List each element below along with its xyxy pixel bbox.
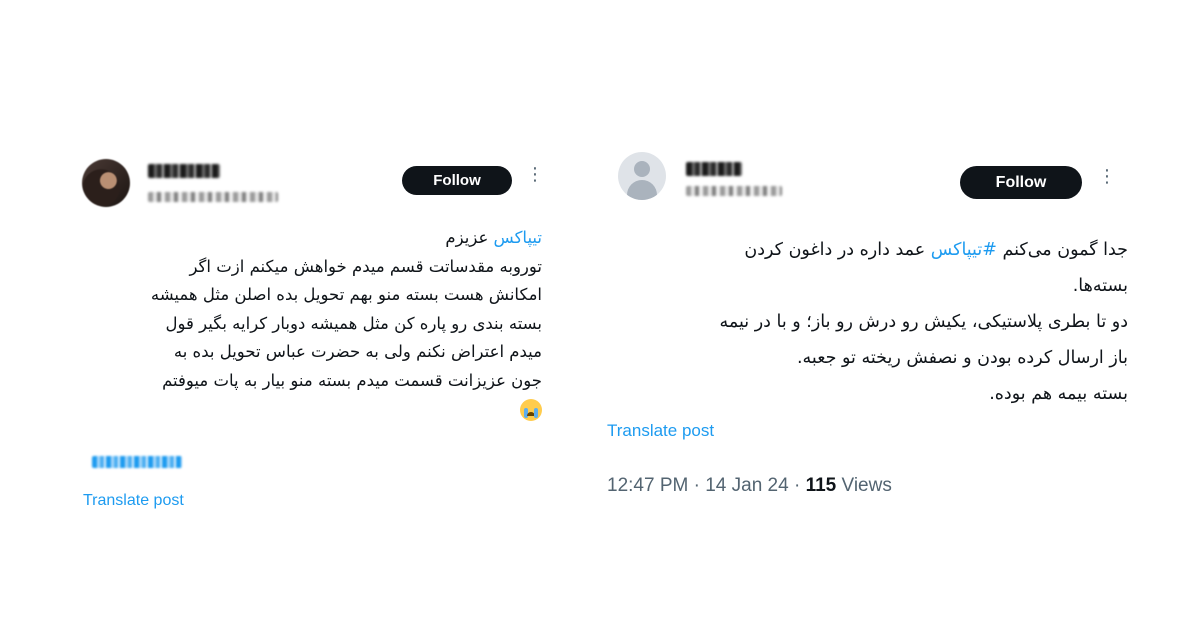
default-avatar-icon[interactable] [618,152,666,200]
tweet-line: جون عزیزانت قسمت میدم بسته منو بیار به پ… [162,370,542,390]
loudly-crying-face-icon [520,398,542,421]
tweet-line: تیپاکس عزیزم [78,224,542,253]
tweet-line [78,395,542,424]
tweet-line: باز ارسال کرده بودن و نصفش ریخته تو جعبه… [796,348,1128,368]
mention-link-blurred[interactable] [92,456,182,468]
tweet-line: بسته‌ها. [1072,276,1128,296]
tweet-text: جدا گمون می‌کنم #تیپاکس عمد داره در داغو… [606,232,1128,412]
timestamp[interactable]: 12:47 PM · 14 Jan 24 · [607,475,806,496]
tweet-card-left: Follow ⋮ تیپاکس عزیزم توروبه مقدساتت قسم… [70,148,560,528]
tweet-text: تیپاکس عزیزم توروبه مقدساتت قسم میدم خوا… [78,224,542,424]
tweet-line: بسته بیمه هم بوده. [989,384,1128,404]
display-name-blurred[interactable] [148,164,220,178]
avatar[interactable] [82,159,130,207]
tweet-line: دو تا بطری پلاستیکی، یکیش رو درش رو باز؛… [719,312,1128,332]
views-label: Views [836,475,892,496]
tweet-card-right: Follow ⋮ جدا گمون می‌کنم #تیپاکس عمد دار… [598,140,1138,510]
handle-blurred[interactable] [148,192,278,202]
tweet-metadata: 12:47 PM · 14 Jan 24 · 115 Views [607,475,892,497]
tweet-line: توروبه مقدساتت قسم میدم خواهش میکنم ازت … [189,256,542,276]
follow-button[interactable]: Follow [960,166,1082,199]
tweet-line: میدم اعتراض نکنم ولی به حضرت عباس تحویل … [173,342,542,361]
display-name-blurred[interactable] [686,162,742,176]
tweet-line-suffix: عزیزم [445,228,494,247]
tweet-line-prefix: جدا گمون می‌کنم [996,240,1128,260]
follow-button[interactable]: Follow [402,166,512,195]
more-vertical-icon[interactable]: ⋮ [526,166,544,184]
translate-post-link[interactable]: Translate post [607,421,714,441]
hashtag-link[interactable]: #تیپاکس [931,240,997,260]
tweet-line-suffix: عمد داره در داغون کردن [744,240,931,260]
more-vertical-icon[interactable]: ⋮ [1098,168,1116,186]
translate-post-link[interactable]: Translate post [83,492,184,510]
views-count: 115 [805,475,837,496]
tweet-line: امکانش هست بسته منو بهم تحویل بده اصلن م… [150,285,542,304]
tweet-line: جدا گمون می‌کنم #تیپاکس عمد داره در داغو… [606,232,1128,268]
tweet-line: بسته بندی رو پاره کن مثل همیشه دوبار کرا… [165,313,543,333]
hashtag-link[interactable]: تیپاکس [494,228,542,247]
handle-blurred[interactable] [686,186,782,196]
